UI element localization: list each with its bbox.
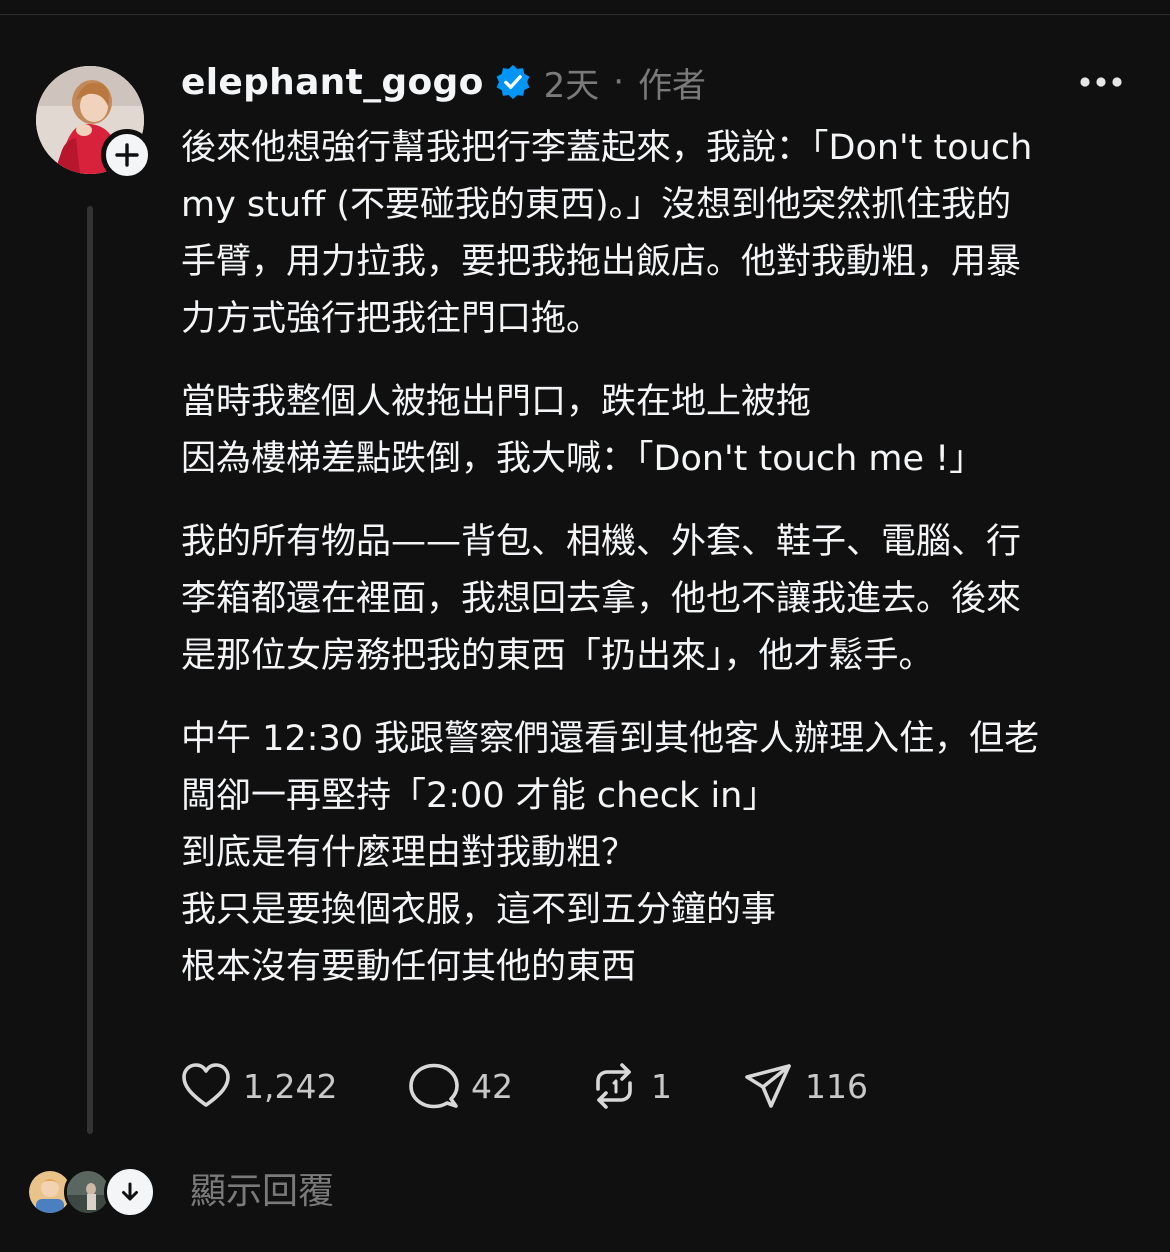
post-paragraph: 我的所有物品——背包、相機、外套、鞋子、電腦、行 李箱都還在裡面，我想回去拿，他… <box>181 514 1141 685</box>
post-paragraph: 當時我整個人被拖出門口，跌在地上被拖 因為樓梯差點跌倒，我大喊：「Don't t… <box>181 374 1141 488</box>
follow-button[interactable] <box>101 129 153 181</box>
post-paragraph: 後來他想強行幫我把行李蓋起來，我說：「Don't touch my stuff … <box>181 120 1141 348</box>
share-icon <box>745 1064 791 1108</box>
author-tag: 作者 <box>638 65 707 106</box>
expand-replies-button[interactable] <box>104 1166 156 1218</box>
thread-line <box>87 206 93 1134</box>
action-bar: 1,242 42 1 116 <box>179 1056 868 1116</box>
comment-icon <box>409 1063 459 1109</box>
repost-button[interactable]: 1 <box>587 1059 741 1113</box>
reply-button[interactable]: 42 <box>407 1059 587 1113</box>
post-line: 當時我整個人被拖出門口，跌在地上被拖 <box>181 382 812 422</box>
verified-badge-icon <box>496 64 530 100</box>
post-line: 後來他想強行幫我把行李蓋起來，我說：「Don't touch <box>181 128 1033 168</box>
share-count: 116 <box>805 1066 868 1106</box>
plus-icon <box>115 143 139 167</box>
post-paragraph: 中午 12:30 我跟警察們還看到其他客人辦理入住，但老 闆卻一再堅持「2:00… <box>181 711 1141 996</box>
post-line: 我只是要換個衣服，這不到五分鐘的事 <box>181 890 777 930</box>
replier-avatar-image <box>67 1171 109 1213</box>
arrow-down-icon <box>122 1182 138 1201</box>
post-line: 到底是有什麼理由對我動粗？ <box>181 833 637 873</box>
repost-count: 1 <box>651 1066 672 1106</box>
like-button[interactable]: 1,242 <box>179 1059 407 1113</box>
show-replies-link[interactable]: 顯示回覆 <box>190 1164 334 1220</box>
post-line: my stuff (不要碰我的東西)。」沒想到他突然抓住我的 <box>181 185 1012 225</box>
repost-icon <box>596 1063 632 1109</box>
post-body: 後來他想強行幫我把行李蓋起來，我說：「Don't touch my stuff … <box>181 120 1141 1022</box>
post-line: 李箱都還在裡面，我想回去拿，他也不讓我進去。後來 <box>181 579 1022 619</box>
post-line: 中午 12:30 我跟警察們還看到其他客人辦理入住，但老 <box>181 719 1040 759</box>
meta-separator: · <box>613 62 625 102</box>
post-line: 手臂，用力拉我，要把我拖出飯店。他對我動粗，用暴 <box>181 242 1022 282</box>
heart-icon <box>182 1063 230 1107</box>
post-line: 力方式強行把我往門口拖。 <box>181 299 602 339</box>
post-line: 我的所有物品——背包、相機、外套、鞋子、電腦、行 <box>181 522 1022 562</box>
post-line: 是那位女房務把我的東西「扔出來」，他才鬆手。 <box>181 636 934 676</box>
post-line: 根本沒有要動任何其他的東西 <box>181 947 637 987</box>
share-button[interactable]: 116 <box>741 1059 868 1113</box>
post-line: 因為樓梯差點跌倒，我大喊：「Don't touch me !」 <box>181 439 985 479</box>
post-header: elephant_gogo 2天 · 作者 <box>181 58 706 106</box>
top-divider <box>0 14 1170 15</box>
reply-avatars[interactable] <box>26 1164 156 1220</box>
reply-count: 42 <box>471 1066 513 1106</box>
more-icon[interactable] <box>1077 66 1125 98</box>
post-time[interactable]: 2天 <box>544 58 600 107</box>
post-line: 闆卻一再堅持「2:00 才能 check in」 <box>181 776 778 816</box>
author-username[interactable]: elephant_gogo <box>181 62 484 103</box>
like-count: 1,242 <box>243 1066 338 1106</box>
